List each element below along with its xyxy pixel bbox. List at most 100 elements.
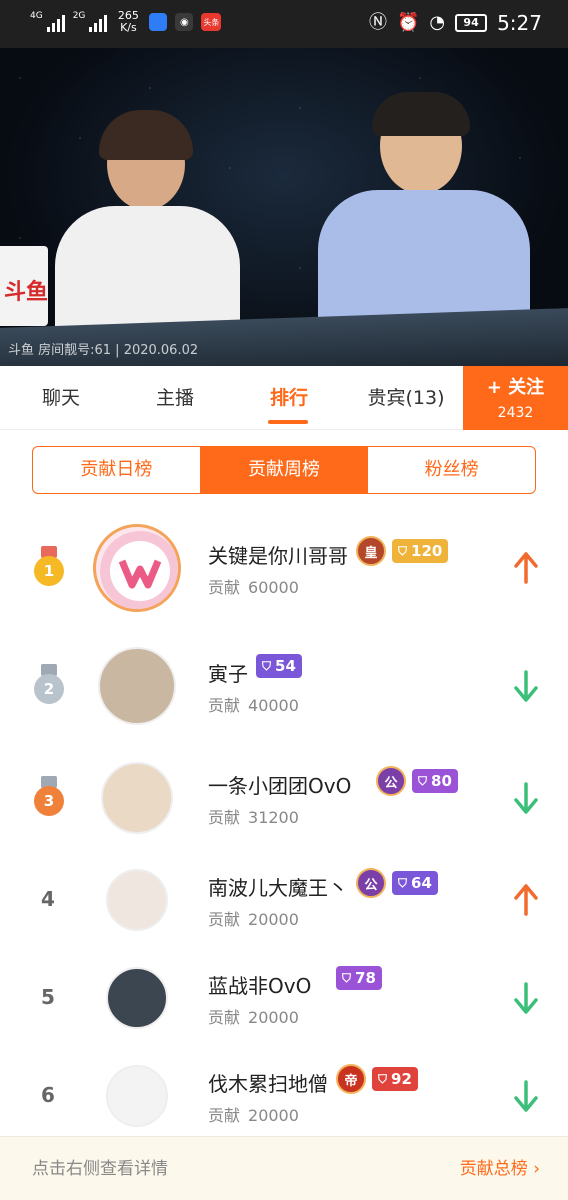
contribution: 贡献 20000: [208, 1004, 299, 1028]
live-video-player[interactable]: 斗鱼 斗鱼 房间靓号:61 | 2020.06.02: [0, 48, 568, 366]
user-avatar[interactable]: [93, 524, 181, 612]
trend-up-icon: [514, 552, 538, 584]
rank-medal-icon: 1: [33, 546, 65, 590]
user-name: 寅子: [208, 662, 248, 686]
shield-icon: ⛉: [398, 543, 408, 558]
user-badges: ⛉ 78: [336, 966, 382, 990]
fan-level-badge: ⛉ 120: [392, 539, 449, 563]
fan-level-value: 92: [391, 1070, 412, 1088]
user-avatar[interactable]: [106, 869, 168, 931]
shield-icon: ⛉: [378, 1071, 388, 1086]
follow-button[interactable]: + 关注 2432: [463, 366, 568, 430]
contribution: 贡献 20000: [208, 1102, 299, 1126]
alarm-icon: ⏰: [396, 12, 420, 33]
rank-number: 3: [34, 786, 64, 816]
shield-icon: ⛉: [418, 773, 428, 788]
noble-badge-icon: 帝: [336, 1064, 366, 1094]
user-badges: 帝 ⛉ 92: [336, 1064, 418, 1094]
contribution-label: 贡献: [208, 808, 241, 827]
trend-down-icon: [514, 1080, 538, 1112]
contribution: 贡献 60000: [208, 574, 299, 598]
network-speed: 265 K/s: [115, 10, 141, 34]
wechat-icon: ◉: [175, 13, 194, 31]
contribution-label: 贡献: [208, 1106, 241, 1125]
shield-icon: ⛉: [398, 875, 408, 890]
user-name: 伐木累扫地僧: [208, 1072, 328, 1096]
rank-medal-icon: 3: [33, 776, 65, 820]
tab-vip-label: 贵宾: [367, 387, 406, 409]
contribution: 贡献 20000: [208, 906, 299, 930]
contribution-value: 20000: [248, 910, 299, 929]
trend-down-icon: [514, 782, 538, 814]
noble-badge-icon: 公: [356, 868, 386, 898]
speed-icon: ◔: [429, 12, 446, 33]
fan-level-value: 64: [411, 874, 432, 892]
trend-up-icon: [514, 884, 538, 916]
user-badges: ⛉ 54: [256, 654, 302, 678]
contribution-label: 贡献: [208, 1008, 241, 1027]
noble-badge-icon: 公: [376, 766, 406, 796]
contribution-label: 贡献: [208, 696, 241, 715]
fan-level-badge: ⛉ 54: [256, 654, 302, 678]
contribution-label: 贡献: [208, 578, 241, 597]
rank-number: 1: [34, 556, 64, 586]
user-avatar[interactable]: [106, 1065, 168, 1127]
contribution-value: 20000: [248, 1008, 299, 1027]
status-left: 4G 2G 265 K/s ◉ 头条: [30, 10, 222, 34]
network-speed-unit: K/s: [120, 21, 137, 34]
ranking-row[interactable]: 4 南波儿大魔王丶 贡献 20000 公 ⛉ 64: [0, 850, 568, 950]
user-name: 关键是你川哥哥: [208, 544, 348, 568]
douyu-logo-sign: 斗鱼: [0, 246, 48, 326]
ranking-row[interactable]: 5 蓝战非OvO 贡献 20000 ⛉ 78: [0, 948, 568, 1048]
tab-vip[interactable]: 贵宾(13): [356, 366, 456, 430]
tab-vip-count: (13): [405, 387, 445, 409]
total-ranking-link[interactable]: 贡献总榜 ›: [460, 1137, 540, 1200]
trend-down-icon: [514, 670, 538, 702]
ranking-row[interactable]: 2 寅子贡献 40000 ⛉ 54: [0, 636, 568, 736]
user-name: 一条小团团OvO: [208, 774, 352, 798]
segment-fans[interactable]: 粉丝榜: [367, 447, 535, 493]
fan-level-value: 78: [355, 969, 376, 987]
tab-anchor[interactable]: 主播: [132, 366, 218, 430]
shield-icon: ⛉: [342, 970, 352, 985]
ranking-row[interactable]: 6 伐木累扫地僧 贡献 20000 帝 ⛉ 92: [0, 1046, 568, 1146]
footer-hint: 点击右侧查看详情: [32, 1159, 168, 1179]
user-avatar[interactable]: [106, 967, 168, 1029]
user-badges: 皇 ⛉ 120: [356, 536, 449, 566]
user-name: 南波儿大魔王丶: [208, 876, 348, 900]
follow-label: + 关注: [486, 377, 545, 398]
ranking-footer: 点击右侧查看详情 贡献总榜 ›: [0, 1136, 568, 1200]
user-avatar[interactable]: [101, 762, 173, 834]
user-name: 蓝战非OvO: [208, 974, 312, 998]
status-right: Ⓝ ⏰ ◔ 94 5:27: [369, 12, 542, 34]
ranking-type-switch: 贡献日榜 贡献周榜 粉丝榜: [32, 446, 536, 494]
host-right-figure: [318, 92, 533, 340]
ranking-row[interactable]: 1 关键是你川哥哥 贡献 60000 皇 ⛉ 120: [0, 518, 568, 618]
toutiao-icon: 头条: [201, 13, 222, 31]
user-badges: 公 ⛉ 64: [356, 868, 438, 898]
battery-icon: 94: [455, 14, 488, 32]
segment-daily[interactable]: 贡献日榜: [33, 447, 200, 493]
fan-level-value: 120: [411, 542, 443, 560]
ranking-row[interactable]: 3 一条小团团OvO 贡献 31200 公 ⛉ 80: [0, 748, 568, 848]
user-avatar[interactable]: [98, 647, 176, 725]
trend-down-icon: [514, 982, 538, 1014]
contribution-value: 31200: [248, 808, 299, 827]
fan-level-value: 80: [431, 772, 452, 790]
rank-number: 4: [41, 887, 55, 911]
contribution-value: 20000: [248, 1106, 299, 1125]
rank-number: 5: [41, 985, 55, 1009]
contribution-value: 40000: [248, 696, 299, 715]
tab-chat[interactable]: 聊天: [18, 366, 104, 430]
segment-weekly[interactable]: 贡献周榜: [199, 447, 368, 493]
fan-level-badge: ⛉ 64: [392, 871, 438, 895]
signal-2g-icon: 2G: [73, 12, 108, 32]
fan-level-value: 54: [275, 657, 296, 675]
signal-4g-icon: 4G: [30, 12, 65, 32]
shield-icon: ⛉: [262, 658, 272, 673]
tab-active-indicator: [268, 420, 308, 424]
user-badges: 公 ⛉ 80: [376, 766, 458, 796]
rank-number: 2: [34, 674, 64, 704]
rank-medal-icon: 2: [33, 664, 65, 708]
follower-count: 2432: [497, 405, 534, 421]
